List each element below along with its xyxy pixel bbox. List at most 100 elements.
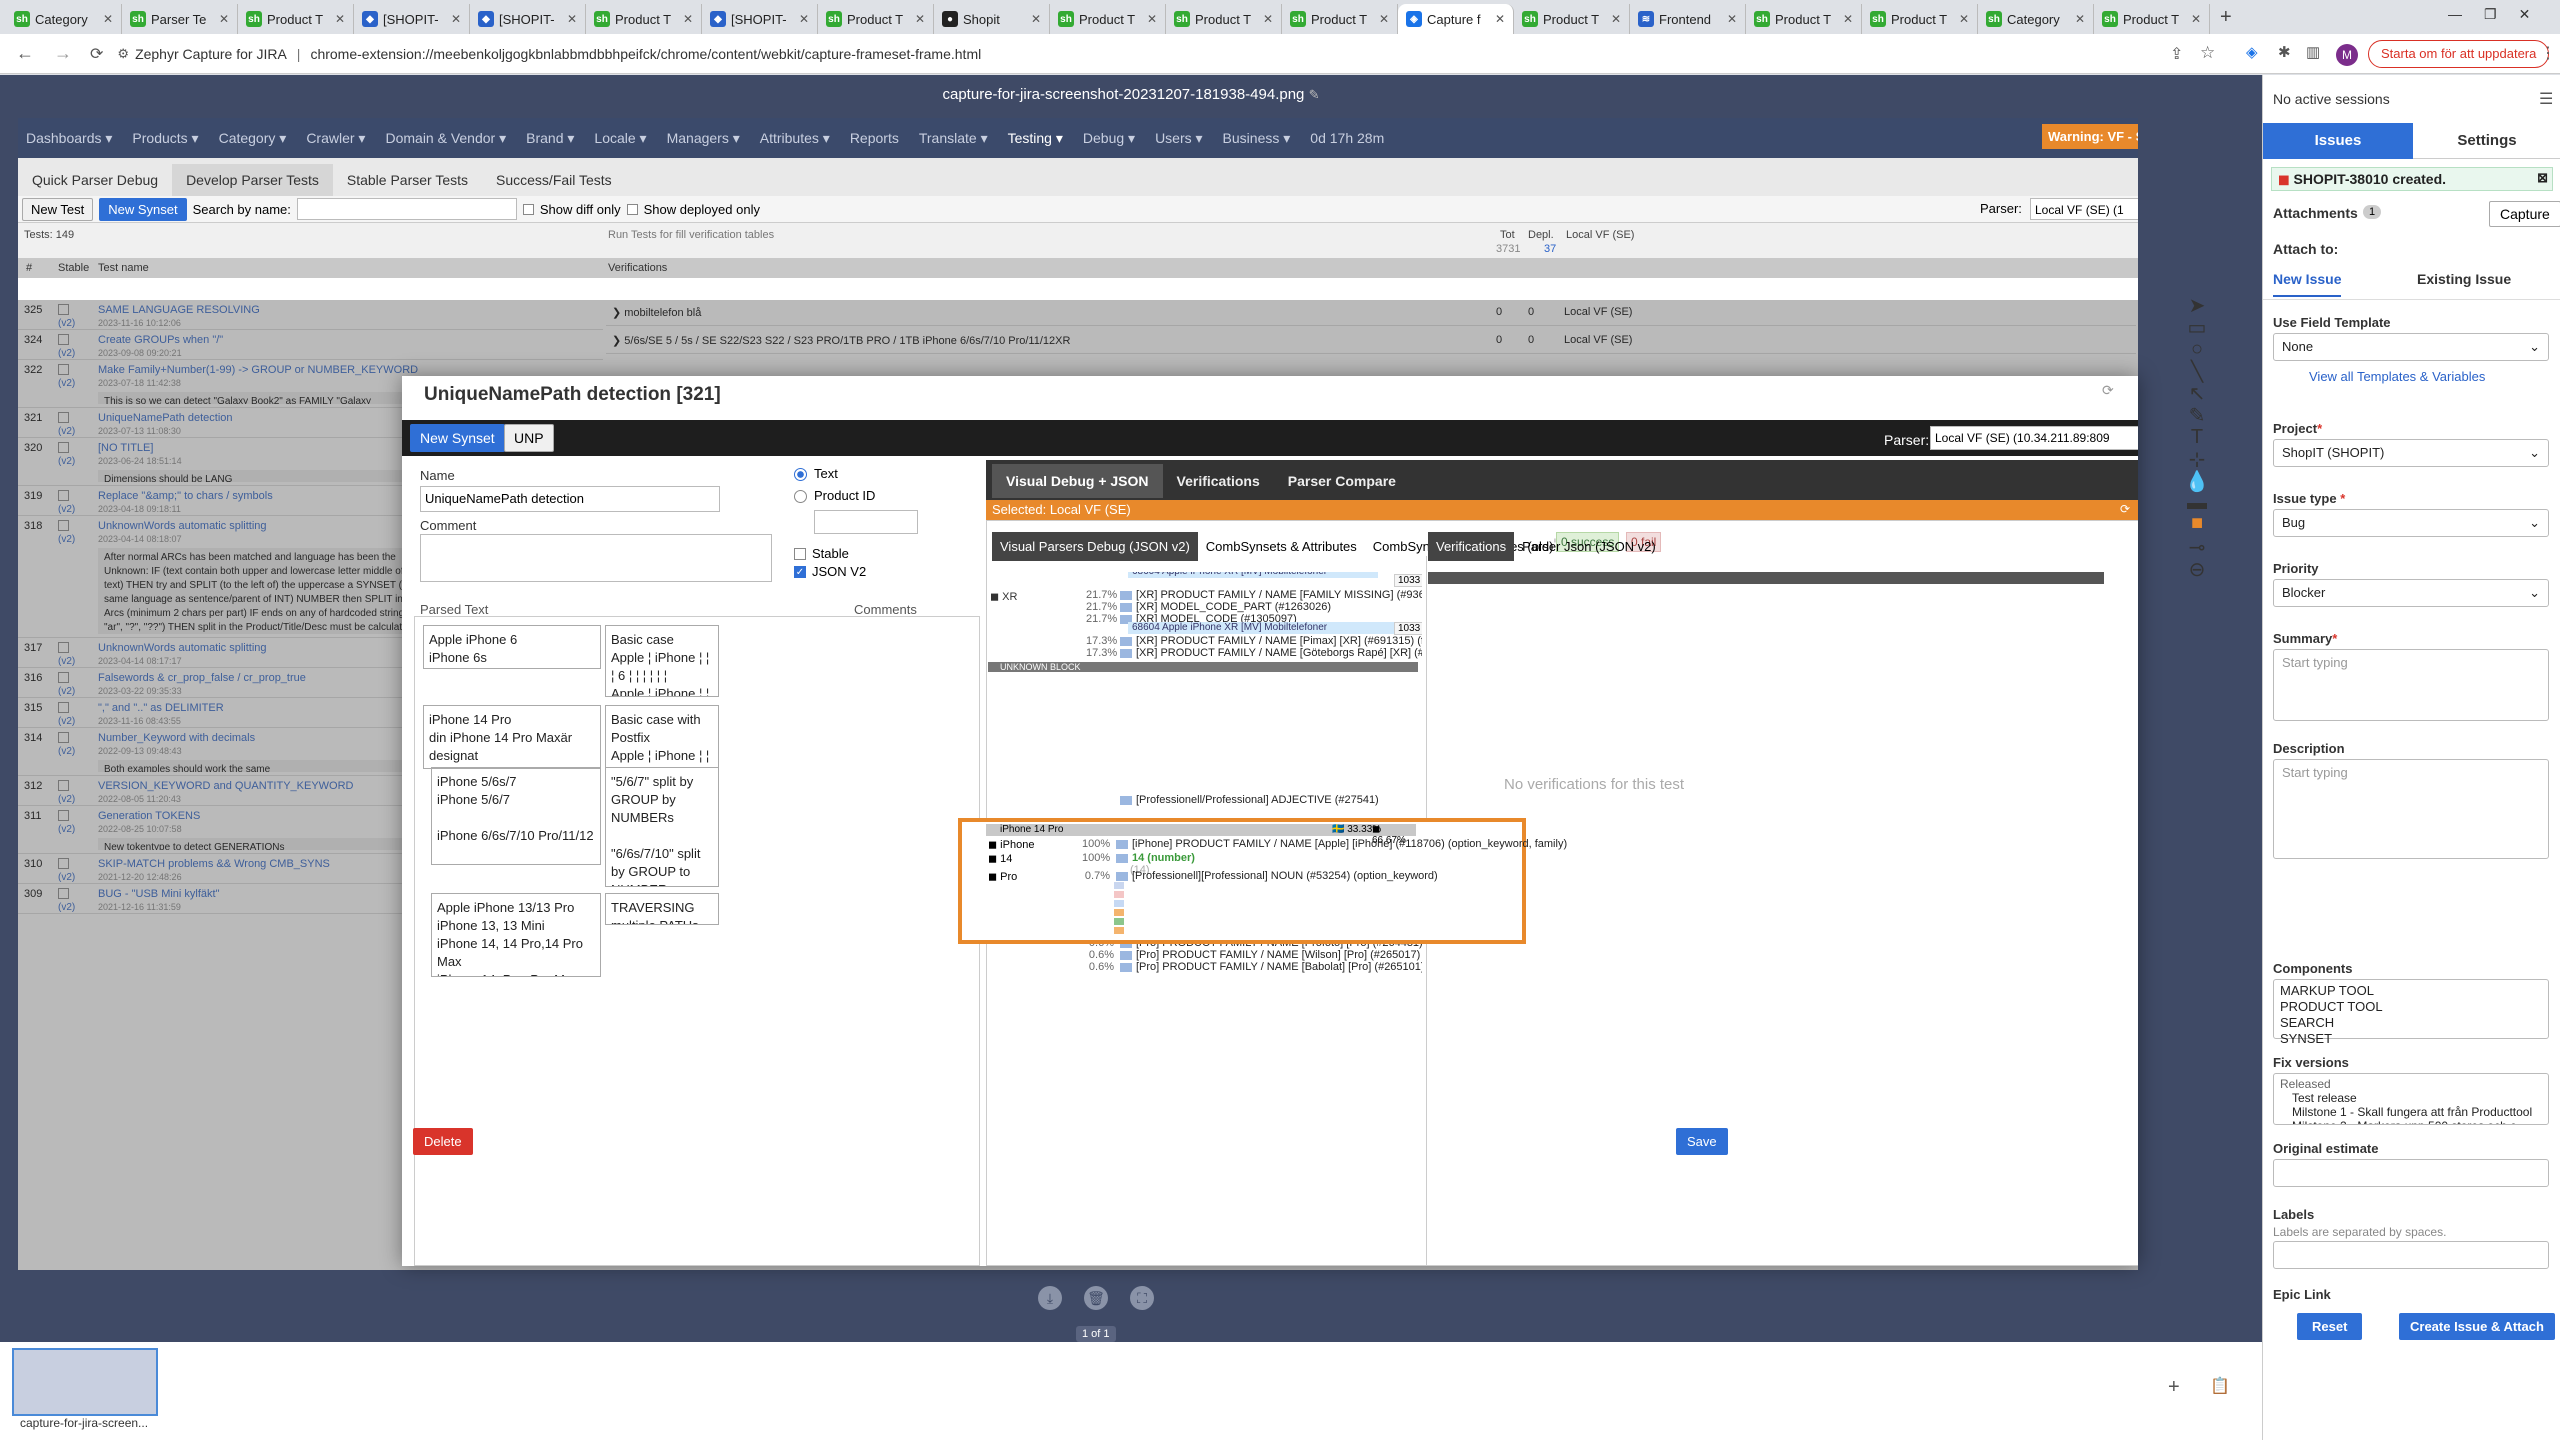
tab-issues[interactable]: Issues — [2263, 123, 2413, 159]
close-tab-icon[interactable]: ✕ — [1379, 12, 1389, 26]
puzzle-icon[interactable]: ✱ — [2278, 43, 2291, 61]
parsed-text-area[interactable]: iPhone 14 Pro din iPhone 14 Pro Maxär de… — [423, 705, 601, 769]
url-text[interactable]: chrome-extension://meebenkoljgogkbnlabbm… — [310, 46, 981, 62]
delete-capture-icon[interactable]: 🗑 — [1084, 1286, 1108, 1310]
browser-tab[interactable]: ◈ Capture f ✕ — [1398, 4, 1514, 34]
stable-checkbox[interactable] — [794, 548, 806, 560]
nav-item[interactable]: Dashboards ▾ — [26, 130, 112, 147]
browser-tab[interactable]: sh Product T ✕ — [586, 4, 702, 34]
modal-parser-select[interactable]: Local VF (SE) (10.34.211.89:809 — [1930, 426, 2138, 450]
nav-item[interactable]: Category ▾ — [219, 130, 287, 147]
nav-item[interactable]: Users ▾ — [1155, 130, 1202, 147]
browser-tab[interactable]: sh Product T ✕ — [1166, 4, 1282, 34]
save-button[interactable]: Save — [1676, 1128, 1728, 1155]
maximize-icon[interactable]: ❐ — [2484, 6, 2497, 23]
visual-subtab[interactable]: CombSynsets & Attributes — [1198, 532, 1365, 561]
close-tab-icon[interactable]: ✕ — [1147, 12, 1157, 26]
modal-new-synset-button[interactable]: New Synset — [410, 424, 505, 452]
verification-tab[interactable]: Verifications — [1428, 532, 1515, 561]
bookmark-star-icon[interactable]: ☆ — [2200, 43, 2215, 63]
browser-tab[interactable]: sh Product T ✕ — [1050, 4, 1166, 34]
avatar[interactable]: M — [2336, 44, 2358, 66]
sidepanel-icon[interactable]: ▥ — [2306, 43, 2320, 61]
browser-tab[interactable]: sh Category ✕ — [6, 4, 122, 34]
original-estimate-input[interactable] — [2273, 1159, 2549, 1187]
browser-tab[interactable]: ◆ [SHOPIT- ✕ — [702, 4, 818, 34]
nav-item[interactable]: Products ▾ — [132, 130, 198, 147]
nav-item[interactable]: Debug ▾ — [1083, 130, 1135, 147]
browser-tab[interactable]: ◆ [SHOPIT- ✕ — [470, 4, 586, 34]
browser-tab[interactable]: sh Product T ✕ — [1514, 4, 1630, 34]
nav-item[interactable]: Testing ▾ — [1008, 130, 1063, 147]
add-capture-icon[interactable]: + — [2168, 1376, 2180, 1399]
close-tab-icon[interactable]: ✕ — [2191, 12, 2201, 26]
forward-icon[interactable]: → — [54, 43, 72, 64]
close-tab-icon[interactable]: ✕ — [1959, 12, 1969, 26]
close-tab-icon[interactable]: ✕ — [799, 12, 809, 26]
nav-item[interactable]: Business ▾ — [1223, 130, 1291, 147]
radio-text[interactable] — [794, 468, 807, 481]
fix-version-option[interactable]: Milstone 2 - Markera upp 500 stores och … — [2280, 1119, 2542, 1124]
show-deployed-checkbox[interactable] — [626, 203, 638, 215]
component-option[interactable]: MARKUP TOOL — [2280, 983, 2542, 999]
capture-button[interactable]: Capture — [2489, 201, 2560, 227]
back-icon[interactable]: ← — [16, 43, 34, 64]
update-button[interactable]: Starta om för att uppdatera — [2368, 40, 2550, 68]
new-synset-button[interactable]: New Synset — [99, 197, 187, 221]
debug-tab[interactable]: Verifications — [1163, 464, 1274, 498]
new-issue-tab[interactable]: New Issue — [2273, 271, 2342, 297]
close-tab-icon[interactable]: ✕ — [1843, 12, 1853, 26]
fullscreen-icon[interactable]: ⛶ — [1130, 1286, 1154, 1310]
fix-version-option[interactable]: Test release — [2280, 1091, 2542, 1105]
clipboard-icon[interactable]: 📋 — [2210, 1376, 2230, 1396]
close-message-icon[interactable]: ⊠ — [2537, 170, 2548, 186]
parser-select[interactable]: Local VF (SE) (1 — [2030, 198, 2138, 220]
nav-item[interactable]: Crawler ▾ — [306, 130, 365, 147]
verification-tab[interactable]: Parser Json (JSON v2) — [1514, 532, 1664, 561]
capture-thumbnail[interactable] — [12, 1348, 158, 1416]
close-tab-icon[interactable]: ✕ — [103, 12, 113, 26]
existing-issue-tab[interactable]: Existing Issue — [2417, 271, 2511, 287]
close-tab-icon[interactable]: ✕ — [1611, 12, 1621, 26]
app-subtab[interactable]: Success/Fail Tests — [482, 164, 626, 196]
close-tab-icon[interactable]: ✕ — [1263, 12, 1273, 26]
close-tab-icon[interactable]: ✕ — [451, 12, 461, 26]
new-tab-icon[interactable]: + — [2220, 6, 2232, 29]
comment-textarea[interactable] — [420, 534, 772, 582]
share-icon[interactable]: ⇪ — [2170, 44, 2183, 64]
close-tab-icon[interactable]: ✕ — [683, 12, 693, 26]
nav-item[interactable]: Reports — [850, 130, 899, 146]
fix-version-option[interactable]: Milstone 1 - Skall fungera att från Prod… — [2280, 1105, 2542, 1119]
browser-tab[interactable]: ◆ [SHOPIT- ✕ — [354, 4, 470, 34]
close-tab-icon[interactable]: ✕ — [219, 12, 229, 26]
fix-version-option[interactable]: Released — [2280, 1077, 2542, 1091]
name-input[interactable]: UniqueNamePath detection — [420, 486, 720, 512]
close-tab-icon[interactable]: ✕ — [567, 12, 577, 26]
minimize-icon[interactable]: — — [2448, 6, 2462, 23]
debug-tab[interactable]: Visual Debug + JSON — [992, 464, 1163, 498]
refresh-icon[interactable]: ⟳ — [2102, 382, 2114, 399]
comment-text-area[interactable]: "5/6/7" split by GROUP by NUMBERs "6/6s/… — [605, 767, 719, 887]
comment-text-area[interactable]: Basic case Apple ¦ iPhone ¦ ¦ ¦ 6 ¦ ¦ ¦ … — [605, 625, 719, 697]
kebab-menu-icon[interactable]: ⋮ — [2540, 43, 2556, 63]
close-tab-icon[interactable]: ✕ — [335, 12, 345, 26]
browser-tab[interactable]: sh Product T ✕ — [1862, 4, 1978, 34]
browser-tab[interactable]: ● Shopit ✕ — [934, 4, 1050, 34]
component-option[interactable]: PRODUCT TOOL — [2280, 999, 2542, 1015]
nav-item[interactable]: Brand ▾ — [526, 130, 574, 147]
app-subtab[interactable]: Quick Parser Debug — [18, 164, 172, 196]
fix-versions-list[interactable]: Released Test release Milstone 1 - Skall f… — [2273, 1073, 2549, 1125]
close-tab-icon[interactable]: ✕ — [2075, 12, 2085, 26]
debug-tab[interactable]: Parser Compare — [1274, 464, 1410, 498]
browser-tab[interactable]: sh Category ✕ — [1978, 4, 2094, 34]
browser-tab[interactable]: sh Parser Te ✕ — [122, 4, 238, 34]
show-diff-checkbox[interactable] — [522, 203, 534, 215]
app-subtab[interactable]: Stable Parser Tests — [333, 164, 482, 196]
component-option[interactable]: SYNSET — [2280, 1031, 2542, 1047]
close-tab-icon[interactable]: ✕ — [1727, 12, 1737, 26]
field-template-select[interactable]: None ⌄ — [2273, 333, 2549, 361]
nav-item[interactable]: Attributes ▾ — [760, 130, 830, 147]
browser-tab[interactable]: sh Product T ✕ — [818, 4, 934, 34]
issue-type-select[interactable]: Bug ⌄ — [2273, 509, 2549, 537]
browser-tab[interactable]: sh Product T ✕ — [2094, 4, 2210, 34]
